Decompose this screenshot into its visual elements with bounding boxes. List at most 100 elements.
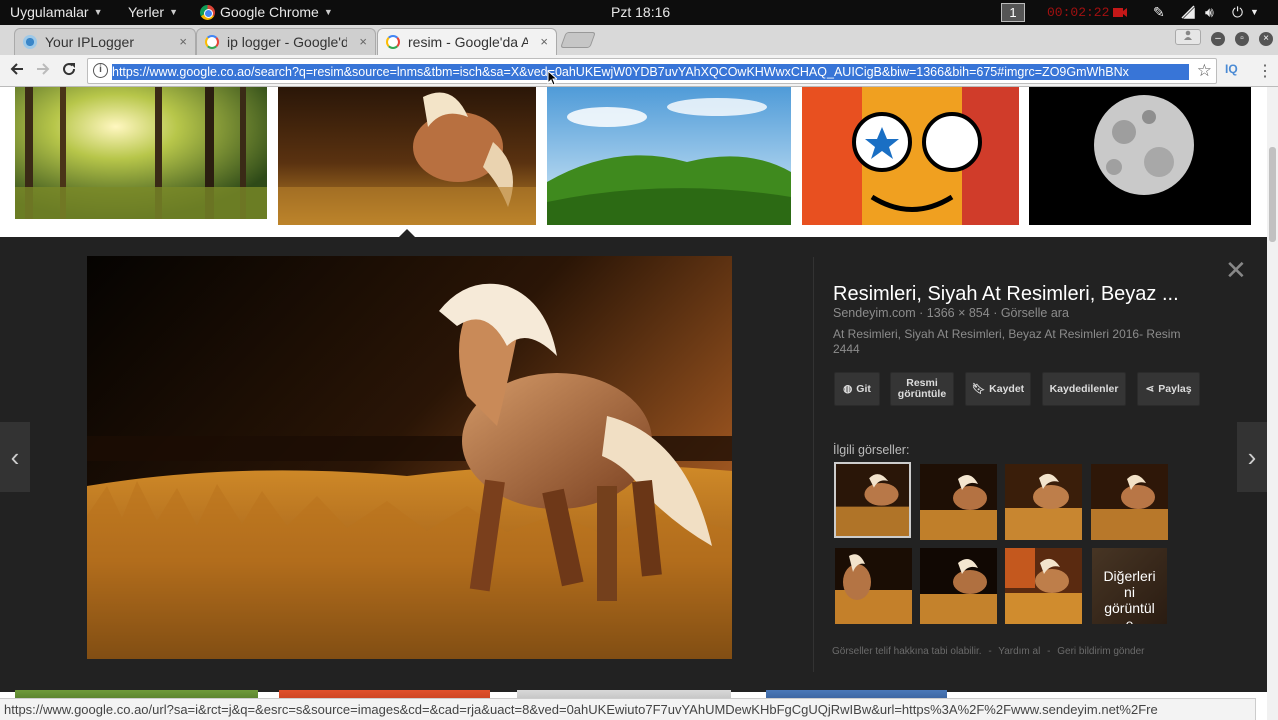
- link-status-bar: https://www.google.co.ao/url?sa=i&rct=j&…: [0, 698, 1256, 720]
- share-button[interactable]: ⋖ Paylaş: [1137, 372, 1200, 406]
- tab-label: Your IPLogger: [45, 34, 134, 50]
- tab-iplogger[interactable]: Your IPLogger ×: [14, 28, 196, 55]
- view-image-button[interactable]: Resmi görüntüle: [890, 372, 954, 406]
- google-favicon-icon: [205, 35, 219, 49]
- visit-button-label: Git: [856, 382, 871, 395]
- panel-footer: Görseller telif hakkına tabi olabilir. -…: [832, 646, 1149, 657]
- related-image-4[interactable]: [1091, 464, 1168, 540]
- bookmark-icon: 🔖︎: [971, 382, 986, 395]
- close-icon[interactable]: ×: [540, 34, 548, 49]
- workspace-indicator[interactable]: 1: [1001, 3, 1025, 22]
- globe-icon: ◍: [843, 382, 853, 395]
- related-image-3[interactable]: [1005, 464, 1082, 540]
- info-icon[interactable]: i: [93, 63, 108, 78]
- moon-thumbnail[interactable]: [1029, 87, 1251, 225]
- forest-thumbnail[interactable]: [15, 87, 267, 219]
- active-app-label: Google Chrome: [220, 4, 319, 20]
- copyright-notice: Görseller telif hakkına tabi olabilir.: [832, 646, 982, 657]
- share-icon: ⋖: [1145, 382, 1155, 395]
- related-image-2[interactable]: [920, 464, 997, 540]
- active-app-menu[interactable]: Google Chrome ▼: [200, 4, 333, 20]
- maximize-button[interactable]: ▫: [1235, 32, 1249, 46]
- places-menu[interactable]: Yerler ▼: [128, 4, 178, 20]
- reload-button[interactable]: [57, 59, 81, 83]
- search-by-image-link[interactable]: Görselle ara: [1001, 306, 1069, 320]
- arrow-right-icon: [37, 63, 50, 75]
- minimize-button[interactable]: –: [1211, 32, 1225, 46]
- google-favicon-icon: [386, 35, 400, 49]
- person-icon: [1184, 30, 1192, 40]
- visit-button[interactable]: ◍ Git: [834, 372, 880, 406]
- save-button[interactable]: 🔖︎ Kaydet: [965, 372, 1031, 406]
- address-bar[interactable]: i https://www.google.co.ao/search?q=resi…: [87, 58, 1217, 84]
- page-scrollbar[interactable]: [1267, 87, 1278, 720]
- green-hills-thumbnail[interactable]: [547, 87, 791, 225]
- saved-images-button[interactable]: Kaydedilenler: [1042, 372, 1126, 406]
- image-meta: Sendeyim.com · 1366 × 854 · Görselle ara: [833, 306, 1069, 320]
- horse-thumbnail[interactable]: [278, 87, 536, 225]
- next-image-button[interactable]: ›: [1237, 422, 1267, 492]
- profile-button[interactable]: [1175, 29, 1201, 45]
- more-images-label-3: görüntül: [1104, 600, 1155, 616]
- camera-record-icon[interactable]: [1112, 5, 1128, 22]
- chevron-down-icon: ▼: [169, 7, 178, 17]
- url-text[interactable]: https://www.google.co.ao/search?q=resim&…: [112, 64, 1189, 80]
- related-images-label: İlgili görseller:: [833, 443, 910, 457]
- send-feedback-link[interactable]: Geri bildirim gönder: [1057, 646, 1144, 657]
- iplogger-favicon-icon: [23, 35, 37, 49]
- close-window-button[interactable]: ×: [1259, 32, 1273, 46]
- image-title[interactable]: Resimleri, Siyah At Resimleri, Beyaz ...: [833, 283, 1203, 306]
- tab-ip-logger-search[interactable]: ip logger - Google'd ×: [196, 28, 376, 55]
- share-button-label: Paylaş: [1158, 382, 1192, 395]
- iq-extension-icon[interactable]: IQ: [1225, 62, 1238, 76]
- footer-separator: -: [988, 646, 992, 657]
- tab-label: ip logger - Google'd: [227, 34, 347, 50]
- saved-images-label: Kaydedilenler: [1049, 382, 1119, 395]
- close-icon[interactable]: ×: [179, 34, 187, 49]
- main-horse-image[interactable]: [87, 256, 732, 659]
- previous-image-button[interactable]: ‹: [0, 422, 30, 492]
- related-image-5[interactable]: [835, 548, 912, 624]
- network-off-icon[interactable]: [1180, 4, 1196, 23]
- panel-divider: [813, 257, 814, 672]
- more-images-label-4: e: [1125, 616, 1134, 624]
- volume-icon[interactable]: 🔊︎: [1205, 4, 1214, 21]
- applications-menu[interactable]: Uygulamalar ▼: [10, 4, 103, 20]
- reload-icon: [63, 63, 76, 76]
- pen-icon[interactable]: ✎: [1153, 4, 1165, 21]
- tab-resim-search[interactable]: resim - Google'da A ×: [377, 28, 557, 55]
- places-menu-label: Yerler: [128, 4, 165, 20]
- chevron-down-icon: ▼: [93, 7, 103, 17]
- back-button[interactable]: [5, 59, 29, 83]
- scrollbar-thumb[interactable]: [1269, 147, 1276, 242]
- system-top-bar: Uygulamalar ▼ Yerler ▼ Google Chrome ▼ P…: [0, 0, 1278, 25]
- bookmark-star-icon[interactable]: ☆: [1197, 61, 1212, 81]
- panel-pointer: [398, 229, 416, 238]
- get-help-link[interactable]: Yardım al: [998, 646, 1040, 657]
- mouse-cursor-icon: [547, 70, 557, 86]
- image-preview-panel: ‹ › ✕ Resimleri, Siyah At Resimleri, Bey…: [0, 229, 1267, 692]
- chevron-down-icon[interactable]: ▼: [1250, 7, 1259, 17]
- forward-button[interactable]: [31, 59, 55, 83]
- view-image-label-line2: görüntüle: [897, 388, 947, 400]
- cartoon-face-thumbnail[interactable]: [802, 87, 1019, 225]
- related-image-7[interactable]: [1005, 548, 1082, 624]
- recording-timer: 00:02:22: [1047, 5, 1110, 20]
- related-image-1[interactable]: [834, 462, 911, 538]
- new-tab-button[interactable]: [560, 32, 596, 48]
- browser-toolbar: i https://www.google.co.ao/search?q=resi…: [0, 55, 1278, 87]
- tab-strip: Your IPLogger × ip logger - Google'd × r…: [0, 25, 1278, 55]
- tab-label: resim - Google'da A: [408, 34, 528, 50]
- clock[interactable]: Pzt 18:16: [611, 4, 670, 20]
- more-images-label-1: Diğerleri: [1103, 568, 1156, 584]
- save-button-label: Kaydet: [989, 382, 1025, 395]
- power-icon[interactable]: ⏻: [1232, 4, 1243, 21]
- image-dimensions: 1366 × 854: [926, 306, 990, 320]
- close-icon[interactable]: ×: [359, 34, 367, 49]
- related-image-6[interactable]: [920, 548, 997, 624]
- close-panel-icon[interactable]: ✕: [1225, 255, 1247, 286]
- more-images-tile[interactable]: Diğerleri ni görüntül e: [1092, 548, 1167, 624]
- chrome-menu-icon[interactable]: ⋮: [1257, 61, 1273, 81]
- source-site-link[interactable]: Sendeyim.com: [833, 306, 916, 320]
- image-description: At Resimleri, Siyah At Resimleri, Beyaz …: [833, 327, 1181, 356]
